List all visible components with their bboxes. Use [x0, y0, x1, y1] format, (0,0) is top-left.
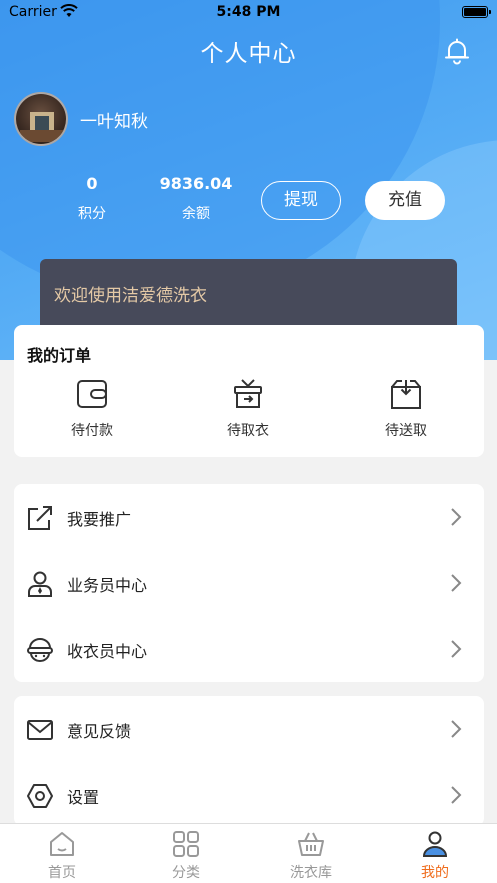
package-icon	[391, 380, 421, 409]
courier-icon	[27, 638, 53, 662]
share-icon	[28, 506, 52, 530]
points-value: 0	[86, 174, 98, 193]
tab-mine[interactable]: 我的	[395, 830, 475, 882]
tab-category[interactable]: 分类	[146, 830, 226, 882]
menu-item-feedback-label: 意见反馈	[67, 722, 132, 741]
balance-label: 余额	[182, 206, 210, 222]
menu-item-courier-label: 收衣员中心	[67, 642, 148, 661]
menu-item-feedback[interactable]: 意见反馈	[14, 696, 484, 762]
bell-icon[interactable]	[443, 37, 471, 65]
tab-category-label: 分类	[172, 865, 200, 881]
menu-group-services: 我要推广 业务员中心 收衣员中心	[14, 484, 484, 682]
orders-card: 我的订单 待付款 待取衣 待送取	[14, 325, 484, 457]
battery-icon	[462, 6, 491, 18]
orders-title: 我的订单	[27, 346, 92, 365]
chevron-right-icon	[451, 786, 462, 804]
balance-value: 9836.04	[159, 174, 233, 193]
username: 一叶知秋	[80, 112, 148, 132]
page-title: 个人中心	[200, 41, 297, 67]
tab-laundry[interactable]: 洗衣库	[271, 830, 351, 882]
grid-icon	[173, 831, 199, 857]
salesperson-icon	[28, 571, 52, 597]
balance-stat[interactable]: 9836.04 余额	[150, 174, 242, 223]
gift-box-icon	[234, 379, 262, 408]
menu-item-courier-center[interactable]: 收衣员中心	[14, 616, 484, 682]
welcome-text: 欢迎使用洁爱德洗衣	[54, 286, 207, 306]
menu-item-promote[interactable]: 我要推广	[14, 484, 484, 550]
menu-item-settings-label: 设置	[67, 788, 100, 807]
points-stat[interactable]: 0 积分	[62, 174, 122, 223]
home-icon	[50, 832, 74, 856]
user-icon	[422, 831, 448, 857]
menu-group-general: 意见反馈 设置	[14, 696, 484, 826]
status-bar: Carrier 5:48 PM	[0, 0, 497, 26]
chevron-right-icon	[451, 720, 462, 738]
withdraw-button[interactable]: 提现	[261, 181, 341, 220]
tab-home-label: 首页	[48, 865, 76, 881]
tab-home[interactable]: 首页	[22, 830, 102, 882]
menu-item-promote-label: 我要推广	[67, 510, 132, 529]
order-pending-pickup-label: 待取衣	[227, 423, 269, 439]
basket-icon	[298, 832, 324, 856]
avatar[interactable]	[14, 92, 68, 146]
clock: 5:48 PM	[216, 4, 281, 20]
tab-mine-label: 我的	[421, 865, 449, 881]
mail-icon	[27, 720, 53, 740]
settings-icon	[27, 784, 53, 808]
recharge-button[interactable]: 充值	[365, 181, 445, 220]
menu-item-salesperson-label: 业务员中心	[67, 576, 148, 595]
chevron-right-icon	[451, 574, 462, 592]
chevron-right-icon	[451, 640, 462, 658]
wallet-icon	[77, 380, 107, 408]
welcome-banner: 欢迎使用洁爱德洗衣	[40, 259, 457, 333]
chevron-right-icon	[451, 508, 462, 526]
order-pending-pickup[interactable]: 待取衣	[198, 377, 298, 440]
menu-item-settings[interactable]: 设置	[14, 762, 484, 828]
order-pending-payment[interactable]: 待付款	[42, 377, 142, 440]
points-label: 积分	[78, 206, 106, 222]
order-pending-payment-label: 待付款	[71, 423, 113, 439]
tab-bar: 首页 分类 洗衣库 我的	[0, 823, 497, 883]
order-pending-delivery-label: 待送取	[385, 423, 427, 439]
menu-item-salesperson-center[interactable]: 业务员中心	[14, 550, 484, 616]
tab-laundry-label: 洗衣库	[290, 865, 332, 881]
order-pending-delivery[interactable]: 待送取	[356, 377, 456, 440]
